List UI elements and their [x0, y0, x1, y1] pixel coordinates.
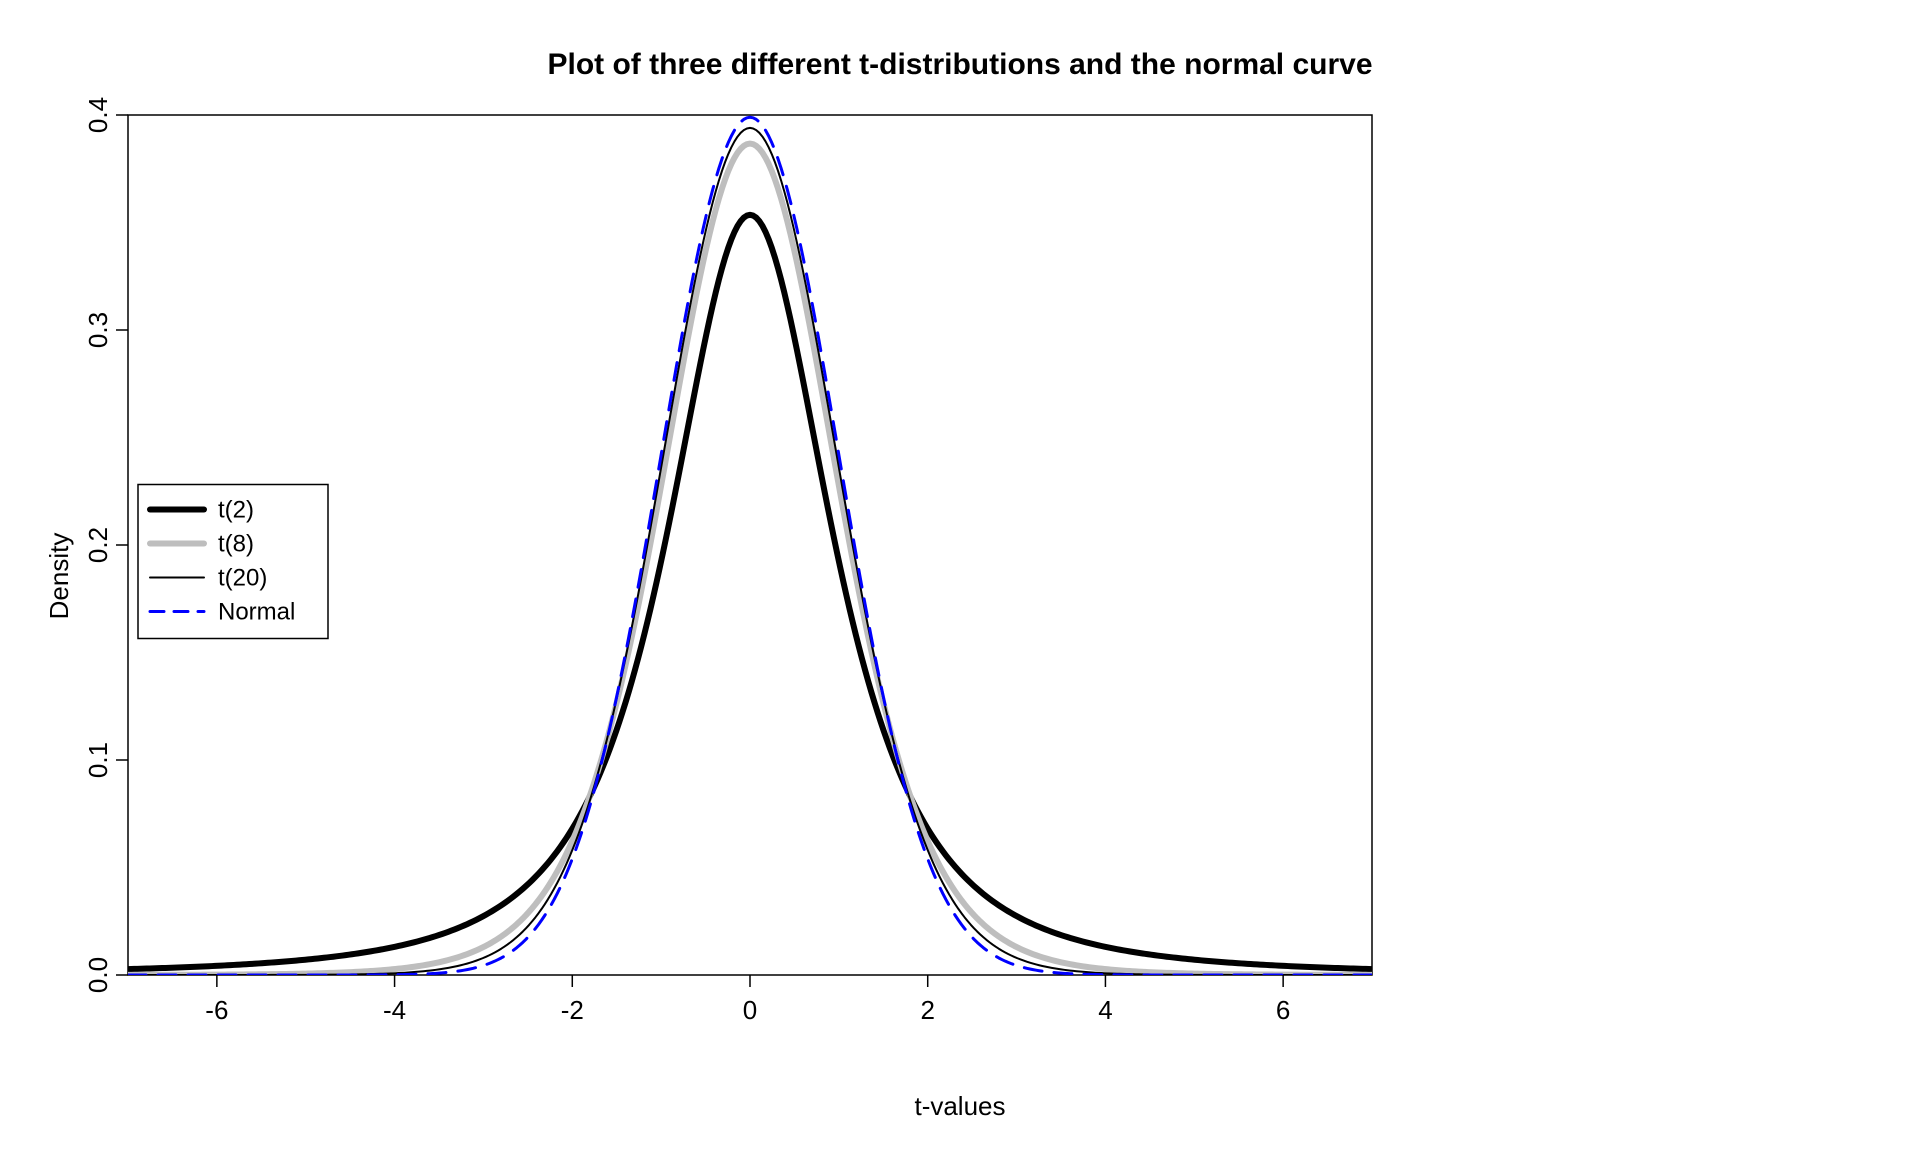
legend-label: t(8)	[218, 531, 254, 558]
x-tick-label: -6	[205, 995, 228, 1025]
x-tick-label: -4	[383, 995, 406, 1025]
y-tick-label: 0.4	[83, 97, 113, 133]
chart-container: Plot of three different t-distributions …	[0, 0, 1920, 1152]
x-tick-label: -2	[561, 995, 584, 1025]
x-tick-label: 4	[1098, 995, 1112, 1025]
legend-label: t(20)	[218, 565, 267, 592]
legend-label: t(2)	[218, 497, 254, 524]
x-tick-label: 2	[920, 995, 934, 1025]
legend-label: Normal	[218, 599, 295, 626]
y-tick-label: 0.1	[83, 742, 113, 778]
y-tick-label: 0.3	[83, 312, 113, 348]
y-tick-label: 0.2	[83, 527, 113, 563]
chart-svg: -6 -4 -2 0 2 4 6 0.0 0.1 0.2 0.3 0.4 t(2) t(8) t(20) No…	[0, 0, 1920, 1152]
x-tick-label: 6	[1276, 995, 1290, 1025]
y-tick-label: 0.0	[83, 957, 113, 993]
x-tick-label: 0	[743, 995, 757, 1025]
